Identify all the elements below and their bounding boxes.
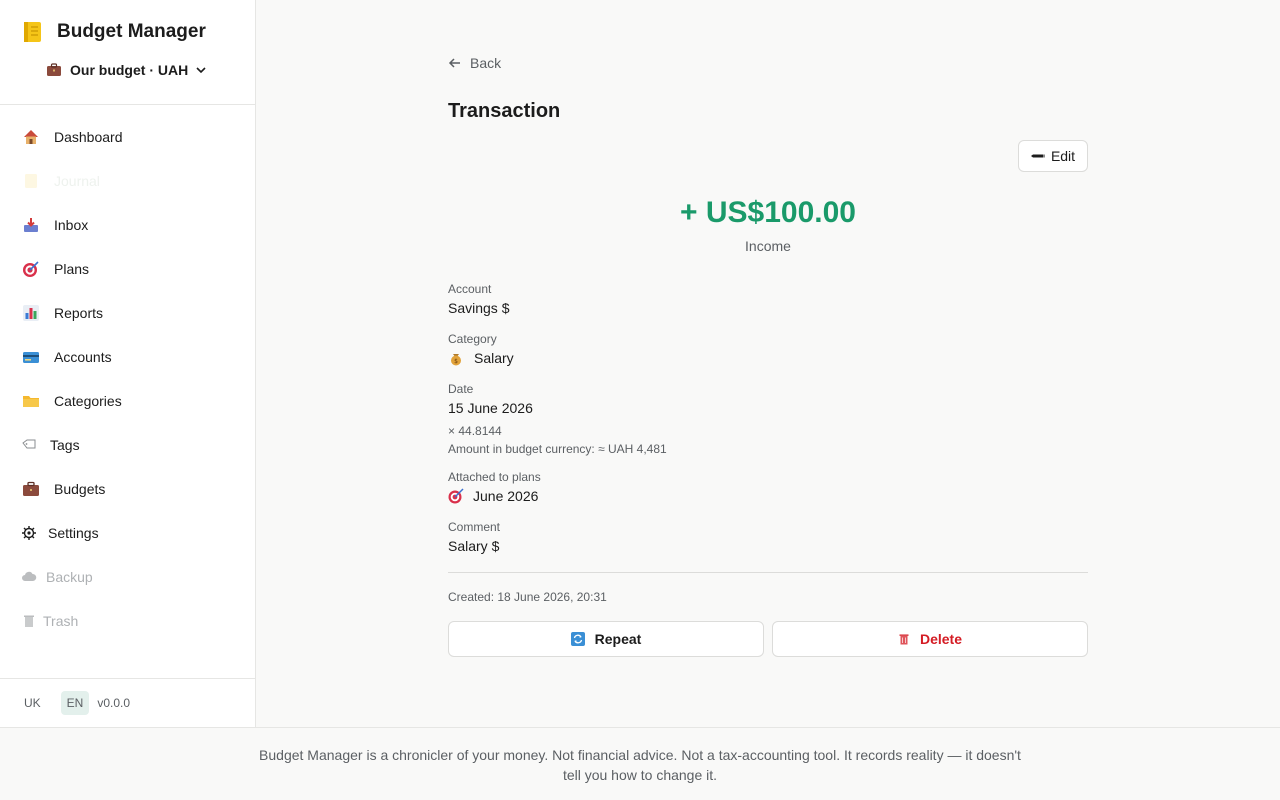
comment-value: Salary $ <box>448 538 499 554</box>
notebook-icon <box>22 172 40 190</box>
sidebar-item-label: Backup <box>46 569 93 585</box>
sidebar-item-label: Inbox <box>54 217 89 233</box>
sidebar-item-label: Budgets <box>54 481 106 497</box>
sidebar-item-label: Tags <box>50 437 80 453</box>
category-value: $ Salary <box>448 350 514 366</box>
sidebar-item-label: Plans <box>54 261 90 277</box>
repeat-label: Repeat <box>594 631 642 647</box>
language-switcher: UK EN v0.0.0 <box>18 691 130 715</box>
page-title: Transaction <box>448 100 561 122</box>
sidebar-divider <box>0 104 256 105</box>
comment-text: Salary $ <box>448 538 500 554</box>
sidebar-item-trash[interactable]: Trash <box>0 599 256 643</box>
sidebar-item-budgets[interactable]: Budgets <box>0 467 256 511</box>
sidebar-item-label: Categories <box>54 393 122 409</box>
footer: Budget Manager is a chronicler of your m… <box>0 727 1280 800</box>
sidebar-item-label: Settings <box>48 525 99 541</box>
sidebar-item-reports[interactable]: Reports <box>0 291 256 335</box>
account-value: Savings $ <box>448 300 509 316</box>
gear-icon <box>20 524 38 542</box>
footer-disclaimer: Budget Manager is a chronicler of your m… <box>259 747 1021 783</box>
sidebar-item-label: Dashboard <box>54 129 123 145</box>
pencil-icon <box>1030 154 1045 158</box>
plan-name: June 2026 <box>473 488 539 504</box>
plans-label: Attached to plans <box>448 470 541 484</box>
budget-selector[interactable]: Our budget · UAH <box>46 62 208 78</box>
category-label: Category <box>448 332 497 346</box>
sidebar: Budget Manager Our budget · UAH Dashboar… <box>0 0 256 727</box>
notebook-icon <box>24 22 41 42</box>
date-text: 15 June 2026 <box>448 400 533 416</box>
comment-label: Comment <box>448 520 501 534</box>
sidebar-item-plans[interactable]: Plans <box>0 247 256 291</box>
money-bag-icon: $ <box>451 354 461 366</box>
back-label: Back <box>470 55 502 71</box>
back-link[interactable]: Back <box>448 55 501 71</box>
sidebar-item-label: Reports <box>54 305 104 321</box>
target-icon <box>22 260 40 278</box>
date-value: 15 June 2026 <box>448 400 533 416</box>
sidebar-item-label: Accounts <box>54 349 112 365</box>
delete-label: Delete <box>919 631 963 647</box>
credit-card-icon <box>22 348 40 366</box>
transaction-type: Income <box>745 238 791 254</box>
sidebar-item-inbox[interactable]: Inbox <box>0 203 256 247</box>
sidebar-item-accounts[interactable]: Accounts <box>0 335 256 379</box>
brand-title: Budget Manager <box>57 21 206 42</box>
folder-icon <box>22 392 40 410</box>
svg-text:$: $ <box>454 358 458 365</box>
details-divider <box>448 572 1088 573</box>
sidebar-item-categories[interactable]: Categories <box>0 379 256 423</box>
sidebar-item-settings[interactable]: Settings <box>0 511 256 555</box>
briefcase-icon <box>47 63 61 76</box>
account-label: Account <box>448 282 492 296</box>
sidebar-item-tags[interactable]: Tags <box>0 423 256 467</box>
sidebar-bottom-divider <box>0 678 256 679</box>
tag-icon <box>20 436 38 454</box>
sidebar-item-backup[interactable]: Backup <box>0 555 256 599</box>
edit-label: Edit <box>1050 148 1076 164</box>
sidebar-item-journal[interactable]: Journal <box>0 159 256 203</box>
repeat-icon <box>570 632 585 646</box>
sidebar-item-label: Journal <box>54 173 100 189</box>
trash-icon <box>20 612 38 630</box>
lang-en-button[interactable]: EN <box>60 691 90 715</box>
date-label: Date <box>448 382 474 396</box>
sidebar-item-dashboard[interactable]: Dashboard <box>0 115 256 159</box>
category-name: Salary <box>474 350 514 366</box>
account-name: Savings $ <box>448 300 510 316</box>
cloud-icon <box>20 568 38 586</box>
sidebar-nav: Dashboard Journal Inbox Plans Reports Ac… <box>0 115 256 643</box>
house-icon <box>22 128 40 146</box>
edit-button[interactable]: Edit <box>1018 140 1088 172</box>
inbox-tray-icon <box>22 216 40 234</box>
repeat-button[interactable]: Repeat <box>448 621 764 657</box>
chevron-down-icon <box>196 67 206 74</box>
bar-chart-icon <box>22 304 40 322</box>
app-version: v0.0.0 <box>97 696 131 710</box>
exchange-rate: × 44.8144 <box>448 424 502 438</box>
action-buttons: Repeat Delete <box>448 621 1088 657</box>
transaction-amount: + US$100.00 <box>680 196 856 229</box>
budget-selector-label: Our budget · UAH <box>70 62 189 78</box>
delete-button[interactable]: Delete <box>772 621 1088 657</box>
sidebar-item-label: Trash <box>43 613 79 629</box>
budget-currency-amount: Amount in budget currency: ≈ UAH 4,481 <box>448 442 667 456</box>
trash-icon <box>899 634 909 645</box>
created-timestamp: Created: 18 June 2026, 20:31 <box>448 590 607 604</box>
brand: Budget Manager <box>20 20 206 44</box>
target-icon <box>448 488 464 504</box>
arrow-left-icon <box>448 58 460 68</box>
plans-value[interactable]: June 2026 <box>448 488 538 504</box>
lang-uk-button[interactable]: UK <box>18 691 47 715</box>
briefcase-icon <box>22 480 40 498</box>
